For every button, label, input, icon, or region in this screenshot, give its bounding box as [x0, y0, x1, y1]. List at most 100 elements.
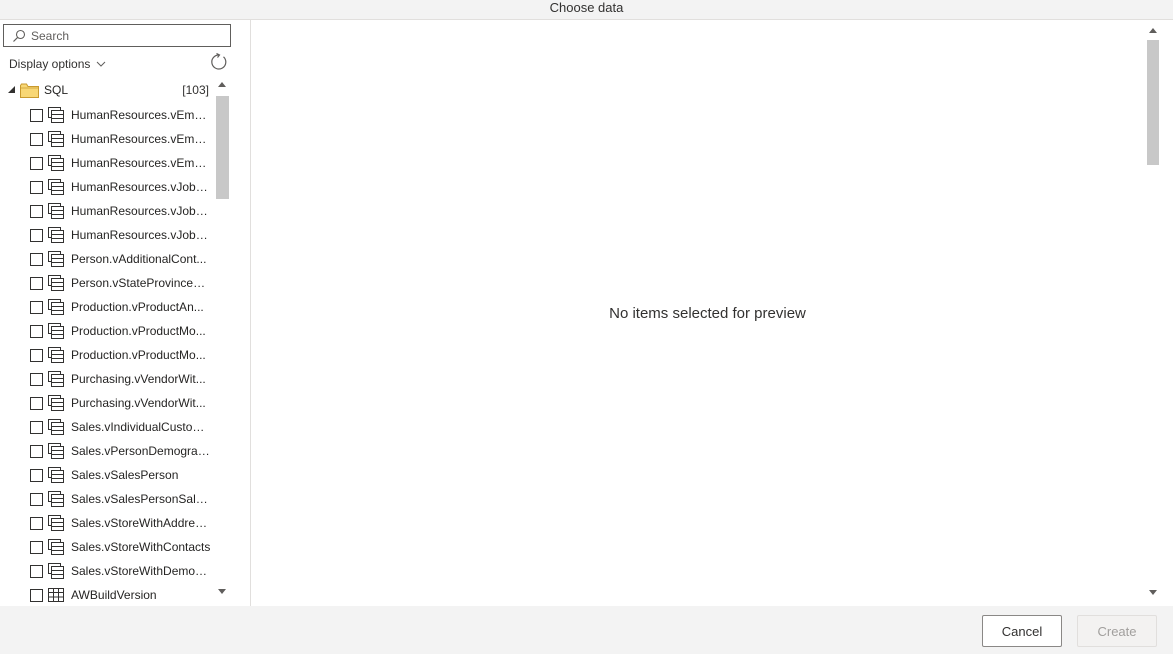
display-options-label: Display options: [9, 57, 91, 71]
item-checkbox[interactable]: [30, 397, 43, 410]
scroll-down-arrow-icon[interactable]: [1149, 590, 1157, 595]
view-icon: [48, 155, 64, 171]
view-icon: [48, 395, 64, 411]
navigator-tree: SQL [103] HumanResources.vEmpl... HumanRe…: [0, 78, 214, 606]
view-icon: [48, 491, 64, 507]
scroll-up-arrow-icon[interactable]: [218, 82, 226, 87]
list-item[interactable]: Sales.vStoreWithAddres...: [0, 513, 214, 537]
refresh-icon[interactable]: [210, 53, 228, 71]
list-item[interactable]: Sales.vStoreWithContacts: [0, 537, 214, 561]
item-label: Production.vProductMo...: [71, 348, 206, 362]
preview-scrollbar[interactable]: [1145, 24, 1162, 604]
item-label: HumanResources.vEmpl...: [71, 156, 211, 170]
view-icon: [48, 371, 64, 387]
list-item[interactable]: Sales.vIndividualCustomer: [0, 417, 214, 441]
item-checkbox[interactable]: [30, 589, 43, 602]
list-item[interactable]: Production.vProductMo...: [0, 345, 214, 369]
view-icon: [48, 347, 64, 363]
item-checkbox[interactable]: [30, 541, 43, 554]
list-item[interactable]: HumanResources.vEmpl...: [0, 105, 214, 129]
chevron-down-icon: [97, 61, 106, 67]
item-checkbox[interactable]: [30, 277, 43, 290]
item-label: Sales.vStoreWithDemog...: [71, 564, 211, 578]
list-item[interactable]: Sales.vSalesPersonSales...: [0, 489, 214, 513]
list-item[interactable]: HumanResources.vEmpl...: [0, 153, 214, 177]
item-checkbox[interactable]: [30, 157, 43, 170]
item-label: AWBuildVersion: [71, 588, 157, 602]
tree-root-sql[interactable]: SQL [103]: [0, 80, 214, 100]
preview-pane: No items selected for preview: [252, 20, 1147, 606]
list-item[interactable]: Production.vProductMo...: [0, 321, 214, 345]
item-label: HumanResources.vEmpl...: [71, 132, 211, 146]
item-label: HumanResources.vEmpl...: [71, 108, 211, 122]
view-icon: [48, 539, 64, 555]
view-icon: [48, 275, 64, 291]
item-label: Production.vProductMo...: [71, 324, 206, 338]
item-checkbox[interactable]: [30, 181, 43, 194]
list-item[interactable]: Sales.vStoreWithDemog...: [0, 561, 214, 585]
list-item[interactable]: Purchasing.vVendorWit...: [0, 369, 214, 393]
scrollbar-thumb[interactable]: [216, 96, 229, 199]
view-icon: [48, 443, 64, 459]
list-item[interactable]: HumanResources.vEmpl...: [0, 129, 214, 153]
item-label: HumanResources.vJobC...: [71, 228, 211, 242]
navigator-scrollbar[interactable]: [214, 78, 231, 606]
view-icon: [48, 179, 64, 195]
item-checkbox[interactable]: [30, 253, 43, 266]
choose-data-dialog: Display options SQL [103] HumanResourc: [0, 19, 1173, 606]
create-button[interactable]: Create: [1077, 615, 1157, 647]
list-item[interactable]: Sales.vPersonDemograp...: [0, 441, 214, 465]
scrollbar-thumb[interactable]: [1147, 40, 1159, 165]
item-checkbox[interactable]: [30, 301, 43, 314]
item-checkbox[interactable]: [30, 109, 43, 122]
view-icon: [48, 131, 64, 147]
item-checkbox[interactable]: [30, 325, 43, 338]
display-options-dropdown[interactable]: Display options: [9, 56, 106, 72]
list-item[interactable]: Sales.vSalesPerson: [0, 465, 214, 489]
item-checkbox[interactable]: [30, 349, 43, 362]
expand-triangle-icon[interactable]: [7, 85, 16, 94]
dialog-title: Choose data: [549, 0, 624, 15]
list-item[interactable]: HumanResources.vJobC...: [0, 225, 214, 249]
scroll-down-arrow-icon[interactable]: [218, 589, 226, 594]
root-count: [103]: [182, 83, 209, 97]
item-label: Sales.vSalesPersonSales...: [71, 492, 211, 506]
list-item[interactable]: Production.vProductAn...: [0, 297, 214, 321]
navigator-pane: Display options SQL [103] HumanResourc: [0, 20, 251, 606]
view-icon: [48, 467, 64, 483]
dialog-footer: Cancel Create: [0, 606, 1173, 654]
scroll-up-arrow-icon[interactable]: [1149, 28, 1157, 33]
item-checkbox[interactable]: [30, 229, 43, 242]
item-checkbox[interactable]: [30, 421, 43, 434]
view-icon: [48, 419, 64, 435]
item-label: Person.vStateProvinceC...: [71, 276, 211, 290]
view-icon: [48, 227, 64, 243]
view-icon: [48, 323, 64, 339]
item-checkbox[interactable]: [30, 445, 43, 458]
item-checkbox[interactable]: [30, 373, 43, 386]
item-checkbox[interactable]: [30, 493, 43, 506]
item-label: Sales.vSalesPerson: [71, 468, 179, 482]
search-box[interactable]: [3, 24, 231, 47]
search-icon: [13, 29, 26, 42]
item-checkbox[interactable]: [30, 517, 43, 530]
item-checkbox[interactable]: [30, 469, 43, 482]
item-label: Person.vAdditionalCont...: [71, 252, 207, 266]
item-label: Purchasing.vVendorWit...: [71, 396, 206, 410]
list-item[interactable]: HumanResources.vJobC...: [0, 201, 214, 225]
item-label: Production.vProductAn...: [71, 300, 204, 314]
item-checkbox[interactable]: [30, 565, 43, 578]
item-label: Sales.vStoreWithContacts: [71, 540, 211, 554]
list-item[interactable]: HumanResources.vJobC...: [0, 177, 214, 201]
list-item[interactable]: Person.vStateProvinceC...: [0, 273, 214, 297]
view-icon: [48, 515, 64, 531]
item-checkbox[interactable]: [30, 133, 43, 146]
cancel-button[interactable]: Cancel: [982, 615, 1062, 647]
item-label: Sales.vIndividualCustomer: [71, 420, 211, 434]
list-item[interactable]: Person.vAdditionalCont...: [0, 249, 214, 273]
list-item[interactable]: Purchasing.vVendorWit...: [0, 393, 214, 417]
folder-icon: [20, 83, 39, 98]
item-checkbox[interactable]: [30, 205, 43, 218]
search-input[interactable]: [31, 27, 226, 45]
list-item[interactable]: AWBuildVersion: [0, 585, 214, 606]
